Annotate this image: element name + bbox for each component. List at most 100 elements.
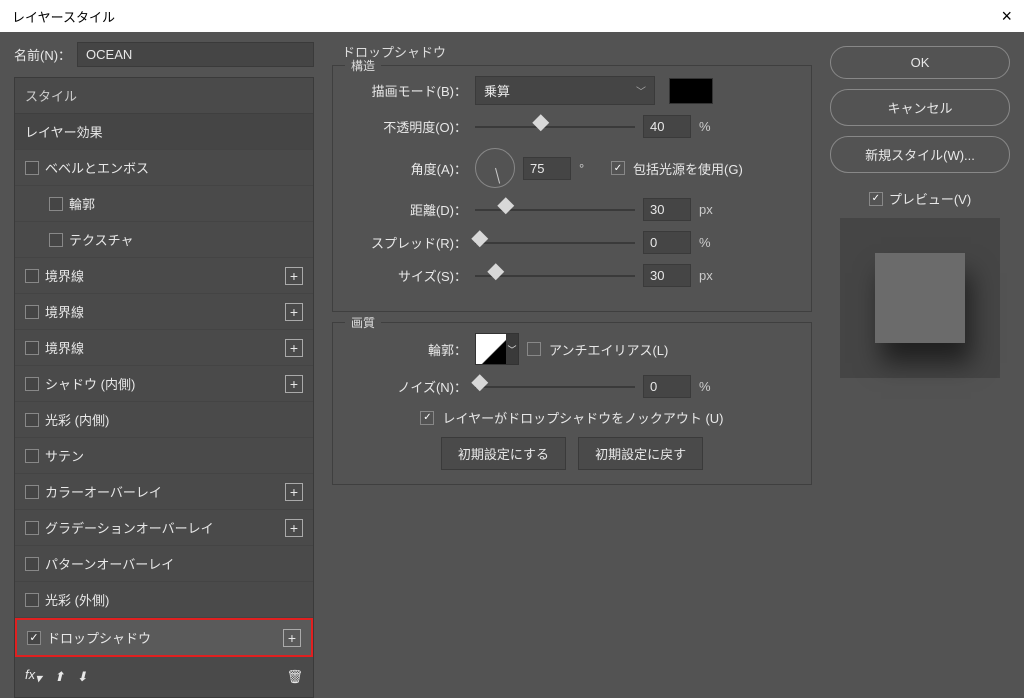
plus-icon[interactable]: +	[285, 339, 303, 357]
antialias-checkbox[interactable]	[527, 342, 541, 356]
window-title: レイヤースタイル	[12, 7, 115, 26]
chevron-down-icon: ﹀	[506, 334, 518, 364]
distance-label: 距離(D)：	[347, 200, 467, 219]
style-checkbox[interactable]	[49, 233, 63, 247]
size-label: サイズ(S)：	[347, 266, 467, 285]
global-light-label: 包括光源を使用(G)	[633, 159, 743, 178]
style-checkbox[interactable]	[25, 413, 39, 427]
style-checkbox[interactable]	[27, 631, 41, 645]
size-slider[interactable]	[475, 267, 635, 285]
spread-input[interactable]	[643, 231, 691, 254]
plus-icon[interactable]: +	[285, 483, 303, 501]
style-checkbox[interactable]	[49, 197, 63, 211]
structure-legend: 構造	[345, 57, 381, 74]
noise-label: ノイズ(N)：	[347, 377, 467, 396]
trash-icon[interactable]: 🗑	[286, 669, 303, 685]
panel-title: ドロップシャドウ	[342, 42, 812, 61]
preview-label: プレビュー(V)	[889, 189, 971, 208]
style-item-label: シャドウ (内側)	[45, 374, 135, 393]
style-checkbox[interactable]	[25, 593, 39, 607]
global-light-checkbox[interactable]	[611, 161, 625, 175]
spread-label: スプレッド(R)：	[347, 233, 467, 252]
style-item[interactable]: シャドウ (内側) +	[15, 366, 313, 402]
antialias-label: アンチエイリアス(L)	[549, 340, 668, 359]
style-item[interactable]: グラデーションオーバーレイ +	[15, 510, 313, 546]
ok-button[interactable]: OK	[830, 46, 1010, 79]
style-item-label: 境界線	[45, 338, 84, 357]
quality-legend: 画質	[345, 314, 381, 331]
style-item[interactable]: ベベルとエンボス	[15, 150, 313, 186]
style-checkbox[interactable]	[25, 449, 39, 463]
close-icon[interactable]: ×	[1001, 6, 1012, 27]
cancel-button[interactable]: キャンセル	[830, 89, 1010, 126]
style-item[interactable]: ドロップシャドウ +	[15, 618, 313, 657]
style-checkbox[interactable]	[25, 377, 39, 391]
style-item-label: カラーオーバーレイ	[45, 482, 162, 501]
angle-unit: °	[579, 161, 603, 176]
style-list-header: スタイル	[15, 78, 313, 114]
style-item[interactable]: 光彩 (外側)	[15, 582, 313, 618]
style-item[interactable]: 境界線+	[15, 258, 313, 294]
fx-icon[interactable]: fx▾	[25, 667, 42, 687]
noise-slider[interactable]	[475, 378, 635, 396]
blendmode-select[interactable]: 乗算 ﹀	[475, 76, 655, 105]
preview-checkbox[interactable]	[869, 192, 883, 206]
style-item[interactable]: 境界線+	[15, 294, 313, 330]
style-checkbox[interactable]	[25, 305, 39, 319]
knockout-checkbox[interactable]	[420, 411, 434, 425]
style-item-label: 光彩 (外側)	[45, 590, 109, 609]
plus-icon[interactable]: +	[285, 519, 303, 537]
style-checkbox[interactable]	[25, 269, 39, 283]
opacity-slider[interactable]	[475, 118, 635, 136]
noise-input[interactable]	[643, 375, 691, 398]
reset-default-button[interactable]: 初期設定に戻す	[578, 437, 703, 470]
distance-unit: px	[699, 202, 723, 217]
style-item-label: テクスチャ	[69, 230, 133, 249]
angle-dial[interactable]	[475, 148, 515, 188]
style-item-label: サテン	[45, 446, 84, 465]
arrow-down-icon[interactable]: ⬇	[77, 669, 88, 685]
style-item[interactable]: テクスチャ	[15, 222, 313, 258]
style-item[interactable]: パターンオーバーレイ	[15, 546, 313, 582]
noise-unit: %	[699, 379, 723, 394]
blendmode-label: 描画モード(B)：	[347, 81, 467, 100]
arrow-up-icon[interactable]: ⬆	[54, 669, 65, 685]
style-item[interactable]: 光彩 (内側)	[15, 402, 313, 438]
style-checkbox[interactable]	[25, 341, 39, 355]
style-item-label: グラデーションオーバーレイ	[45, 518, 214, 537]
style-item-label: 光彩 (内側)	[45, 410, 109, 429]
new-style-button[interactable]: 新規スタイル(W)...	[830, 136, 1010, 173]
spread-unit: %	[699, 235, 723, 250]
name-input[interactable]	[77, 42, 314, 67]
spread-slider[interactable]	[475, 234, 635, 252]
size-unit: px	[699, 268, 723, 283]
style-item[interactable]: サテン	[15, 438, 313, 474]
style-checkbox[interactable]	[25, 161, 39, 175]
style-checkbox[interactable]	[25, 557, 39, 571]
size-input[interactable]	[643, 264, 691, 287]
titlebar: レイヤースタイル ×	[0, 0, 1024, 32]
style-item[interactable]: カラーオーバーレイ +	[15, 474, 313, 510]
style-checkbox[interactable]	[25, 521, 39, 535]
distance-slider[interactable]	[475, 201, 635, 219]
style-item-label: ドロップシャドウ	[47, 628, 151, 647]
distance-input[interactable]	[643, 198, 691, 221]
angle-input[interactable]	[523, 157, 571, 180]
plus-icon[interactable]: +	[285, 375, 303, 393]
contour-picker[interactable]: ﹀	[475, 333, 519, 365]
plus-icon[interactable]: +	[283, 629, 301, 647]
knockout-label: レイヤーがドロップシャドウをノックアウト (U)	[442, 408, 723, 427]
angle-label: 角度(A)：	[347, 159, 467, 178]
style-checkbox[interactable]	[25, 485, 39, 499]
style-item-label: 輪郭	[69, 194, 95, 213]
shadow-color-swatch[interactable]	[669, 78, 713, 104]
plus-icon[interactable]: +	[285, 303, 303, 321]
style-item[interactable]: 境界線 +	[15, 330, 313, 366]
quality-group: 画質 輪郭： ﹀ アンチエイリアス(L) ノイズ(N)： % レイヤーがドロップ…	[332, 322, 812, 485]
opacity-input[interactable]	[643, 115, 691, 138]
make-default-button[interactable]: 初期設定にする	[441, 437, 566, 470]
plus-icon[interactable]: +	[285, 267, 303, 285]
opacity-label: 不透明度(O)：	[347, 117, 467, 136]
style-item-layerfx[interactable]: レイヤー効果	[15, 114, 313, 150]
style-item[interactable]: 輪郭	[15, 186, 313, 222]
